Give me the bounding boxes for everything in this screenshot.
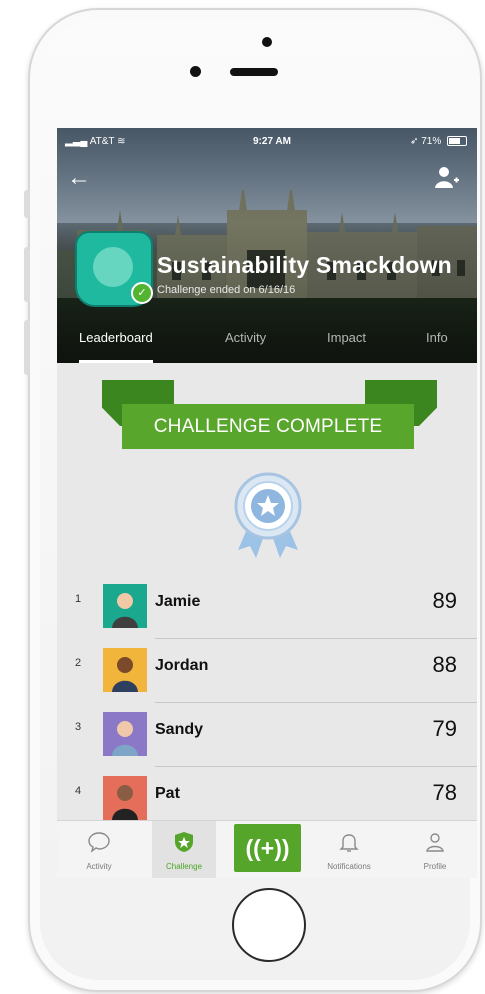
challenge-header: ▂▃▄ AT&T ≋ 9:27 AM ➶ 71% ← ✓ Sustainabil…: [57, 128, 477, 363]
signal-icon: ▂▃▄: [65, 136, 88, 147]
battery-status: ➶ 71%: [410, 136, 467, 147]
rank-number: 4: [75, 785, 82, 797]
rank-number: 3: [75, 721, 82, 733]
nav-label: Challenge: [165, 862, 203, 871]
person-icon: [426, 833, 444, 852]
award-medal-icon: [234, 472, 302, 558]
tab-activity[interactable]: Activity: [225, 328, 266, 363]
challenge-tabs: Leaderboard Activity Impact Info: [57, 328, 477, 363]
leaderboard-row[interactable]: 2 Jordan 88: [57, 639, 477, 703]
player-name: Jordan: [155, 657, 209, 674]
player-score: 89: [432, 588, 457, 613]
avatar: [103, 584, 147, 628]
challenge-complete-banner: CHALLENGE COMPLETE: [102, 380, 437, 458]
carrier-status: ▂▃▄ AT&T ≋: [65, 136, 126, 147]
chat-bubble-icon: [88, 832, 110, 853]
nav-label: Activity: [86, 862, 112, 871]
nav-label: Notifications: [327, 862, 371, 871]
nav-notifications[interactable]: Notifications: [315, 821, 383, 878]
nav-challenge[interactable]: Challenge: [152, 821, 216, 878]
carrier-label: AT&T: [89, 136, 115, 147]
player-score: 78: [432, 780, 457, 805]
player-score: 88: [432, 652, 457, 677]
player-name: Pat: [155, 785, 180, 802]
leaderboard-list: 1 Jamie 89 2 Jordan 88 3 Sandy 79 4 Pat …: [57, 575, 477, 830]
avatar: [103, 776, 147, 820]
back-button[interactable]: ←: [67, 166, 91, 190]
volume-up-button: [24, 247, 30, 302]
front-camera: [262, 37, 272, 47]
volume-down-button: [24, 320, 30, 375]
shield-star-icon: [175, 832, 193, 852]
status-bar: ▂▃▄ AT&T ≋ 9:27 AM ➶ 71%: [57, 136, 477, 152]
tab-info[interactable]: Info: [426, 328, 448, 363]
leaf-icon: [93, 247, 133, 287]
earpiece-speaker: [230, 68, 278, 76]
nav-profile[interactable]: Profile: [405, 821, 465, 878]
challenge-complete-label: CHALLENGE COMPLETE: [122, 404, 414, 449]
nav-label: Profile: [423, 862, 447, 871]
bell-icon: [339, 834, 359, 852]
battery-percent: 71%: [421, 136, 442, 147]
challenge-status: Challenge ended on 6/16/16: [157, 284, 296, 296]
log-action-button[interactable]: ((+)): [234, 824, 301, 872]
tab-leaderboard[interactable]: Leaderboard: [79, 328, 153, 363]
player-name: Sandy: [155, 721, 204, 738]
back-arrow-icon: ←: [67, 164, 91, 191]
nav-activity[interactable]: Activity: [69, 821, 129, 878]
challenge-title: Sustainability Smackdown: [157, 252, 452, 278]
rank-number: 2: [75, 657, 82, 669]
bottom-navigation: Activity Challenge ((+)) Notifications P…: [57, 820, 477, 878]
avatar: [103, 648, 147, 692]
tab-impact[interactable]: Impact: [327, 328, 366, 363]
leaderboard-row[interactable]: 1 Jamie 89: [57, 575, 477, 639]
avatar: [103, 712, 147, 756]
app-screen: ▂▃▄ AT&T ≋ 9:27 AM ➶ 71% ← ✓ Sustainabil…: [57, 128, 477, 878]
player-score: 79: [432, 716, 457, 741]
mute-switch: [24, 190, 30, 218]
home-button[interactable]: [232, 888, 306, 962]
leaderboard-row[interactable]: 3 Sandy 79: [57, 703, 477, 767]
status-time: 9:27 AM: [253, 136, 291, 147]
wifi-icon: ≋: [117, 136, 126, 147]
rank-number: 1: [75, 593, 82, 605]
add-user-icon[interactable]: [433, 164, 459, 190]
location-icon: ➶: [410, 136, 419, 147]
proximity-sensor: [190, 66, 201, 77]
player-name: Jamie: [155, 593, 201, 610]
checkmark-icon: ✓: [131, 282, 153, 304]
battery-icon: [447, 136, 467, 147]
